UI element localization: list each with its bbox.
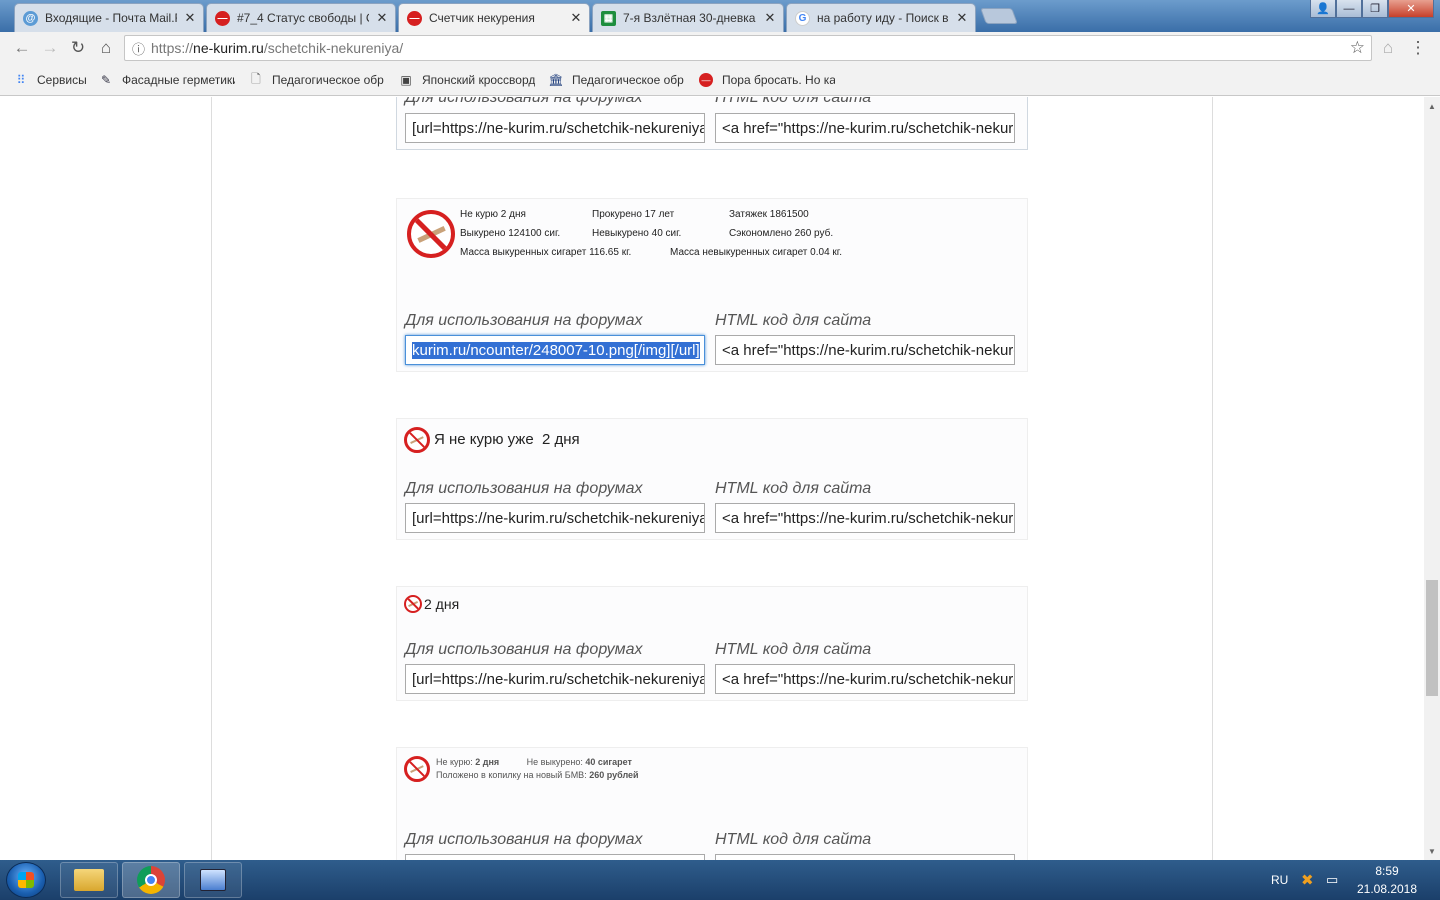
tab-freedom-status[interactable]: — #7_4 Статус свободы | С ✕ [206, 3, 396, 32]
institution-icon: 🏛 [549, 73, 564, 87]
forum-code-field[interactable]: [url=https://ne-kurim.ru/schetchik-nekur… [405, 113, 705, 143]
home-icon[interactable]: ⌂ [96, 38, 116, 58]
no-smoking-icon: — [699, 73, 713, 87]
forum-label: Для использования на форумах [405, 97, 643, 106]
taskbar-remote-desktop[interactable] [184, 862, 242, 898]
vertical-scrollbar[interactable] [1424, 97, 1440, 860]
bookmark-pedagogical-1[interactable]: 🗋 Педагогическое обр [249, 71, 385, 89]
widget-block-bmw: Не курю: 2 дня Не выкурено: 40 сигарет П… [396, 747, 1028, 860]
pen-icon: ✎ [100, 73, 112, 87]
bookmark-quit-smoking[interactable]: — Пора бросать. Но ка [699, 71, 835, 89]
google-icon: G [795, 10, 810, 26]
address-bar[interactable]: ⓘ https://ne-kurim.ru/schetchik-nekureni… [124, 35, 1372, 61]
close-icon[interactable]: ✕ [183, 10, 197, 26]
bmw-line-1: Не курю: 2 дня Не выкурено: 40 сигарет [436, 757, 632, 767]
stat-smoked-mass: Масса выкуренных сигарет 116.65 кг. [460, 247, 632, 258]
widget-block-medium: Я не курю уже 2 дня Для использования на… [396, 418, 1028, 540]
bmw-line-2: Положено в копилку на новый БМВ: 260 руб… [436, 770, 639, 780]
chrome-icon [137, 866, 165, 894]
html-label: HTML код для сайта [715, 480, 872, 497]
new-tab-button[interactable] [980, 8, 1018, 24]
scroll-up-icon[interactable]: ▲ [1424, 99, 1440, 113]
menu-icon[interactable]: ⋮ [1408, 38, 1428, 58]
bookmark-crossword[interactable]: ▣ Японский кроссворд [399, 71, 535, 89]
html-label: HTML код для сайта [715, 641, 872, 658]
stat-unsmoked-mass: Масса невыкуренных сигарет 0.04 кг. [670, 247, 842, 258]
forum-label: Для использования на форумах [405, 641, 643, 658]
forum-label: Для использования на форумах [405, 831, 643, 848]
maximize-button[interactable]: ❐ [1362, 0, 1388, 18]
forum-code-field[interactable]: [url=https://ne-kurim.ru/schetchik-nekur… [405, 503, 705, 533]
close-icon[interactable]: ✕ [955, 10, 969, 26]
extension-icon[interactable]: ⌂ [1378, 38, 1398, 58]
stat-puffs: Затяжек 1861500 [729, 209, 809, 220]
no-smoking-icon: — [215, 10, 230, 26]
minimize-button[interactable]: — [1336, 0, 1362, 18]
scrollbar-thumb[interactable] [1426, 580, 1438, 696]
html-label: HTML код для сайта [715, 831, 872, 848]
bookmark-facade[interactable]: ✎ Фасадные герметики [99, 71, 235, 89]
user-icon[interactable]: 👤 [1310, 0, 1336, 18]
clock-time[interactable]: 8:59 [1355, 864, 1419, 878]
tab-counter[interactable]: — Счетчик некурения ✕ [398, 3, 590, 32]
tab-google-search[interactable]: G на работу иду - Поиск в ✕ [786, 3, 976, 32]
back-icon[interactable]: ← [12, 38, 32, 58]
widget-block-small: 2 дня Для использования на форумах HTML … [396, 586, 1028, 701]
stat-smoked-cigs: Выкурено 124100 сиг. [460, 228, 561, 239]
info-icon: ⓘ [132, 42, 146, 57]
forward-icon[interactable]: → [40, 38, 60, 58]
scroll-down-icon[interactable]: ▼ [1424, 844, 1440, 858]
bookmark-services[interactable]: ⠿ Сервисы [14, 71, 94, 89]
forum-code-field[interactable]: [url=https://ne-kurim.ru/schetchik-nekur… [405, 664, 705, 694]
widget-block-top: Для использования на форумах HTML код дл… [396, 97, 1028, 150]
widget-text: Я не курю уже 2 дня [434, 431, 580, 448]
tab-mail[interactable]: @ Входящие - Почта Mail.R ✕ [14, 3, 204, 32]
monitor-icon [200, 869, 226, 891]
forum-label: Для использования на форумах [405, 312, 643, 329]
folder-icon [74, 869, 104, 891]
apps-icon: ⠿ [16, 73, 26, 87]
stat-smoked-years: Прокурено 17 лет [592, 209, 675, 220]
reload-icon[interactable]: ↻ [68, 38, 88, 58]
widget-block-detailed: Не курю 2 дня Прокурено 17 лет Затяжек 1… [396, 198, 1028, 372]
start-button[interactable] [6, 862, 46, 898]
taskbar-chrome[interactable] [122, 862, 180, 898]
no-smoking-icon [407, 210, 455, 258]
mail-icon: @ [23, 10, 38, 26]
windows-logo-icon [18, 872, 34, 888]
close-icon[interactable]: ✕ [375, 10, 389, 26]
window-close-button[interactable]: ✕ [1388, 0, 1434, 18]
page-viewport: Для использования на форумах HTML код дл… [0, 97, 1424, 860]
stat-unsmoked-cigs: Невыкурено 40 сиг. [592, 228, 682, 239]
no-smoking-icon [404, 756, 430, 782]
html-label: HTML код для сайта [715, 312, 872, 329]
html-label: HTML код для сайта [715, 97, 872, 106]
sheets-icon: ▦ [601, 10, 616, 26]
html-code-field[interactable]: <a href="https://ne-kurim.ru/schetchik-n… [715, 335, 1015, 365]
forum-label: Для использования на форумах [405, 480, 643, 497]
puzzle-icon: ▣ [400, 73, 412, 87]
html-code-field[interactable]: <a href="https://ne-kurim.ru/schetchik-n… [715, 503, 1015, 533]
language-indicator[interactable]: RU [1271, 860, 1288, 900]
widget-text: 2 дня [424, 596, 460, 612]
html-code-field[interactable]: <a href="https://ne-kurim.ru/schetchik-n… [715, 113, 1015, 143]
close-icon[interactable]: ✕ [569, 10, 583, 26]
stat-days: Не курю 2 дня [460, 209, 526, 220]
forum-code-field[interactable]: kurim.ru/ncounter/248007-10.png[/img][/u… [405, 335, 705, 365]
html-code-field[interactable]: <a href="https://ne-kurim.ru/schetchik-n… [715, 664, 1015, 694]
tray-app-icon[interactable]: ✖ [1301, 860, 1314, 900]
network-icon[interactable]: ▭ [1326, 860, 1338, 900]
page-icon: 🗋 [251, 71, 261, 86]
no-smoking-icon [404, 595, 422, 613]
clock-date[interactable]: 21.08.2018 [1355, 882, 1419, 896]
stat-saved-money: Сэкономлено 260 руб. [729, 228, 834, 239]
bookmark-star-icon[interactable]: ☆ [1350, 38, 1365, 58]
bookmark-pedagogical-2[interactable]: 🏛 Педагогическое обр [549, 71, 685, 89]
tab-spreadsheet[interactable]: ▦ 7-я Взлётная 30-дневка ✕ [592, 3, 784, 32]
no-smoking-icon: — [407, 10, 422, 26]
taskbar-explorer[interactable] [60, 862, 118, 898]
close-icon[interactable]: ✕ [763, 10, 777, 26]
no-smoking-icon [404, 427, 430, 453]
